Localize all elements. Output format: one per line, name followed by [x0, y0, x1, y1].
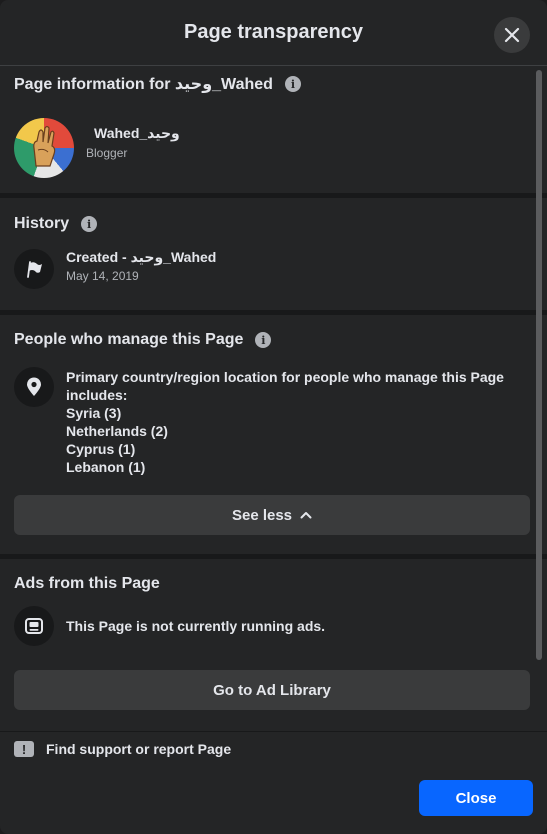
location-pin-icon-container [14, 367, 54, 407]
scrollbar[interactable] [536, 70, 542, 660]
managers-heading: People who manage this Page i [14, 329, 272, 351]
dialog-footer: ! Find support or report Page Close [0, 732, 547, 834]
flag-icon-container [14, 249, 54, 289]
close-icon [504, 27, 520, 43]
managers-title: People who manage this Page [14, 331, 244, 348]
history-date: May 14, 2019 [66, 269, 139, 283]
country-item: Syria (3) [66, 405, 122, 421]
managers-section: People who manage this Page i Primary co… [0, 315, 547, 554]
history-event: Created - وحيد_Wahed [66, 249, 217, 265]
history-item: Created - وحيد_Wahed May 14, 2019 [14, 249, 216, 289]
ad-library-icon-container [14, 606, 54, 646]
exclamation-icon: ! [14, 741, 34, 757]
report-page-link[interactable]: ! Find support or report Page [14, 741, 231, 757]
page-avatar[interactable] [14, 118, 74, 178]
flag-icon [27, 261, 42, 278]
page-info-heading: Page information for وحيد_Wahed i [14, 73, 301, 95]
info-icon[interactable]: i [255, 332, 272, 348]
ads-status: This Page is not currently running ads. [66, 618, 326, 634]
page-identity-row: Wahed_وحيد Blogger [14, 118, 180, 178]
ad-library-icon [25, 618, 43, 634]
close-dialog-button[interactable] [494, 17, 530, 53]
country-item: Lebanon (1) [66, 459, 146, 475]
ad-library-label: Go to Ad Library [213, 681, 331, 699]
see-less-button[interactable]: See less [14, 495, 530, 535]
ads-heading: Ads from this Page [14, 573, 160, 595]
managers-description: Primary country/region location for peop… [66, 369, 504, 403]
close-button[interactable]: Close [419, 780, 533, 816]
close-label: Close [455, 789, 497, 807]
dialog-header: Page transparency [0, 0, 547, 66]
history-text: Created - وحيد_Wahed May 14, 2019 [66, 248, 216, 284]
country-item: Netherlands (2) [66, 423, 168, 439]
dialog-title: Page transparency [184, 21, 363, 43]
hand-gesture-icon [33, 125, 56, 167]
page-category: Blogger [86, 145, 128, 160]
chevron-up-icon [300, 512, 312, 519]
dialog-body[interactable]: Page information for وحيد_Wahed i Wahed_… [0, 66, 547, 732]
history-heading: History i [14, 213, 98, 235]
page-identity-text: Wahed_وحيد Blogger [86, 124, 180, 161]
info-icon[interactable]: i [284, 76, 301, 92]
page-info-title: Page information for وحيد_Wahed [14, 76, 273, 93]
see-less-label: See less [231, 506, 293, 524]
managers-details: Primary country/region location for peop… [66, 368, 506, 476]
go-to-ad-library-button[interactable]: Go to Ad Library [14, 670, 530, 710]
ads-title: Ads from this Page [14, 575, 160, 592]
page-info-section: Page information for وحيد_Wahed i Wahed_… [0, 66, 547, 193]
page-name[interactable]: Wahed_وحيد [94, 124, 180, 142]
info-icon[interactable]: i [81, 216, 98, 232]
ads-status-row: This Page is not currently running ads. [14, 606, 325, 646]
history-title: History [14, 215, 70, 232]
ads-section: Ads from this Page This Page is not curr… [0, 559, 547, 731]
page-transparency-dialog: Page transparency Page information for و… [0, 0, 547, 834]
country-item: Cyprus (1) [66, 441, 136, 457]
history-section: History i Created - وحيد_Wahed May 14, 2… [0, 198, 547, 310]
location-pin-icon [27, 377, 41, 396]
report-label: Find support or report Page [46, 741, 232, 757]
